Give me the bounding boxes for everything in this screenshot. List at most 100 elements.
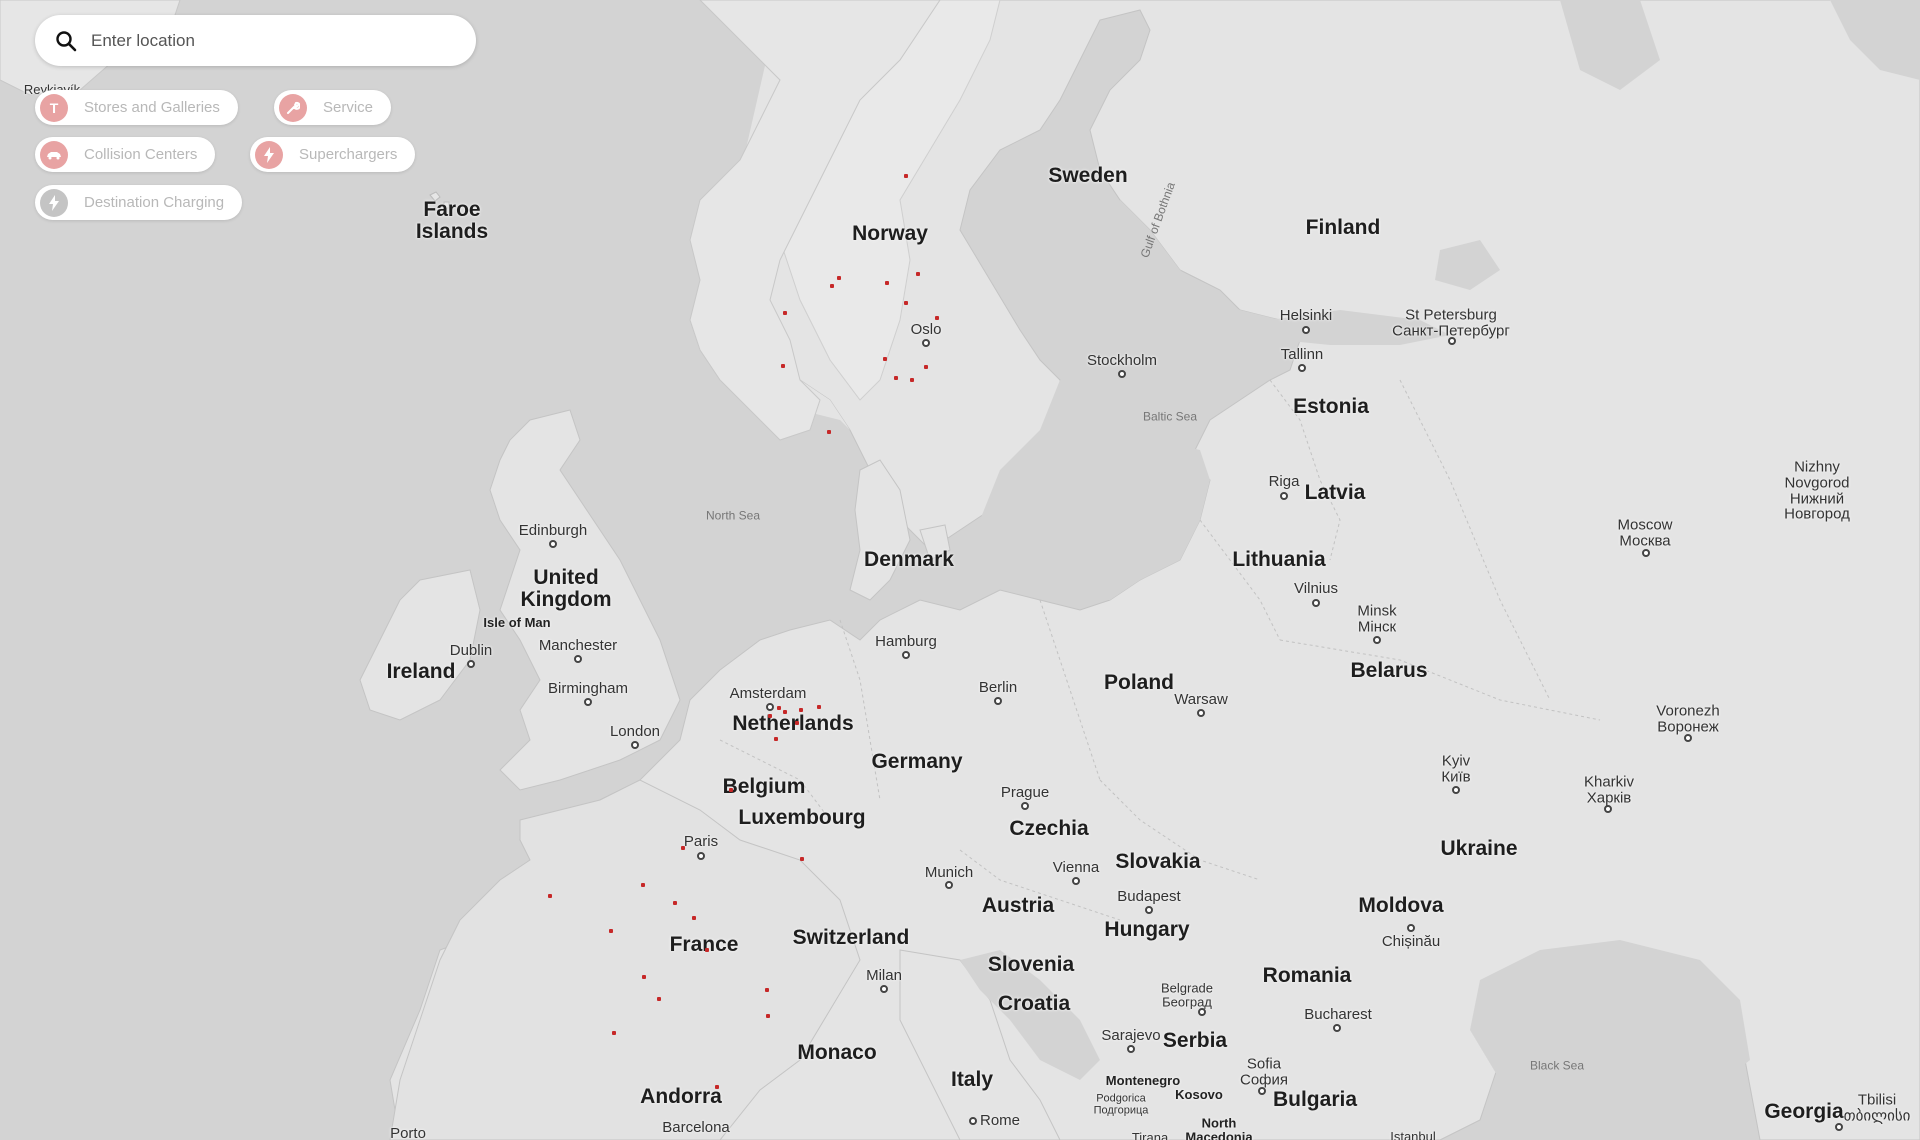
country-label-czechia: Czechia <box>1009 816 1089 840</box>
car-icon <box>40 140 68 169</box>
city-label-riga: Riga <box>1268 473 1300 491</box>
country-label-andorra: Andorra <box>640 1084 722 1108</box>
location-marker[interactable] <box>777 706 781 710</box>
location-marker[interactable] <box>548 894 552 898</box>
city-dot-oslo <box>922 339 930 347</box>
location-search-input[interactable] <box>89 29 429 52</box>
filter-chip-destination-charging[interactable]: Destination Charging <box>35 185 243 220</box>
city-label-voronezh: Voronezh Воронеж <box>1656 702 1720 735</box>
filter-chip-superchargers[interactable]: Superchargers <box>250 137 416 172</box>
country-label-faroe-islands: Faroe Islands <box>415 197 489 243</box>
country-label-belgium: Belgium <box>722 774 806 798</box>
city-label-vilnius: Vilnius <box>1294 580 1338 598</box>
city-dot-edinburgh <box>549 540 557 548</box>
city-dot-rome <box>969 1117 977 1125</box>
city-dot-paris <box>697 852 705 860</box>
location-marker[interactable] <box>781 364 785 368</box>
location-marker[interactable] <box>935 316 939 320</box>
city-label-helsinki: Helsinki <box>1279 307 1333 325</box>
filter-chip-stores-and-galleries[interactable]: T Stores and Galleries <box>35 90 238 125</box>
city-label-kosovo: Kosovo <box>1175 1087 1223 1103</box>
location-marker[interactable] <box>766 1014 770 1018</box>
location-marker[interactable] <box>673 901 677 905</box>
location-marker[interactable] <box>681 846 685 850</box>
location-marker[interactable] <box>612 1031 616 1035</box>
city-dot-warsaw <box>1197 709 1205 717</box>
country-label-serbia: Serbia <box>1162 1028 1228 1052</box>
location-marker[interactable] <box>774 737 778 741</box>
location-marker[interactable] <box>657 997 661 1001</box>
city-label-manchester: Manchester <box>538 637 618 655</box>
country-label-bulgaria: Bulgaria <box>1272 1087 1358 1111</box>
city-dot-vienna <box>1072 877 1080 885</box>
country-label-monaco: Monaco <box>797 1040 877 1064</box>
city-dot-birmingham <box>584 698 592 706</box>
city-dot-helsinki <box>1302 326 1310 334</box>
location-marker[interactable] <box>837 276 841 280</box>
country-label-estonia: Estonia <box>1293 394 1369 418</box>
location-marker[interactable] <box>817 705 821 709</box>
bolt-icon <box>255 140 283 169</box>
location-marker[interactable] <box>904 174 908 178</box>
location-marker[interactable] <box>783 311 787 315</box>
country-label-slovakia: Slovakia <box>1115 849 1201 873</box>
city-dot-bucharest <box>1333 1024 1341 1032</box>
city-label-north-macedonia: North Macedonia <box>1185 1115 1253 1140</box>
filter-chip-service[interactable]: Service <box>274 90 392 125</box>
country-label-germany: Germany <box>871 749 963 773</box>
city-label-sofia: Sofia София <box>1239 1055 1289 1088</box>
city-dot-moscow <box>1642 549 1650 557</box>
location-marker[interactable] <box>799 708 803 712</box>
location-marker[interactable] <box>916 272 920 276</box>
city-dot-belgrade <box>1198 1008 1206 1016</box>
location-marker[interactable] <box>692 916 696 920</box>
city-dot-tbilisi <box>1835 1123 1843 1131</box>
filter-chip-label: Collision Centers <box>84 146 198 163</box>
location-marker[interactable] <box>729 788 733 792</box>
location-marker[interactable] <box>894 376 898 380</box>
location-marker[interactable] <box>830 284 834 288</box>
country-label-romania: Romania <box>1262 963 1352 987</box>
city-dot-munich <box>945 881 953 889</box>
city-label-kharkiv: Kharkiv Харків <box>1583 773 1635 806</box>
location-marker[interactable] <box>883 357 887 361</box>
city-label-montenegro: Montenegro <box>1105 1073 1181 1089</box>
country-label-finland: Finland <box>1305 215 1381 239</box>
city-dot-manchester <box>574 655 582 663</box>
city-label-oslo: Oslo <box>910 321 942 339</box>
filter-chip-label: Superchargers <box>299 146 398 163</box>
filter-chip-collision-centers[interactable]: Collision Centers <box>35 137 216 172</box>
location-marker[interactable] <box>827 430 831 434</box>
city-label-kyiv: Kyiv Київ <box>1441 752 1471 785</box>
city-dot-riga <box>1280 492 1288 500</box>
city-dot-berlin <box>994 697 1002 705</box>
location-search-box[interactable] <box>35 15 476 66</box>
location-marker[interactable] <box>904 301 908 305</box>
location-marker[interactable] <box>800 857 804 861</box>
location-marker[interactable] <box>609 929 613 933</box>
country-label-denmark: Denmark <box>864 547 954 571</box>
country-label-moldova: Moldova <box>1358 893 1444 917</box>
location-marker[interactable] <box>715 1085 719 1089</box>
location-marker[interactable] <box>924 365 928 369</box>
city-label-minsk: Minsk Мінск <box>1357 602 1397 635</box>
city-dot-sarajevo <box>1127 1045 1135 1053</box>
filter-chip-label: Stores and Galleries <box>84 99 220 116</box>
city-label-prague: Prague <box>1000 784 1050 802</box>
location-marker[interactable] <box>885 281 889 285</box>
city-label-berlin: Berlin <box>978 679 1018 697</box>
location-marker[interactable] <box>641 883 645 887</box>
location-marker[interactable] <box>768 714 772 718</box>
location-marker[interactable] <box>765 988 769 992</box>
location-marker[interactable] <box>642 975 646 979</box>
country-label-belarus: Belarus <box>1350 658 1428 682</box>
location-marker[interactable] <box>910 378 914 382</box>
city-dot-budapest <box>1145 906 1153 914</box>
location-marker[interactable] <box>783 710 787 714</box>
location-marker[interactable] <box>795 721 799 725</box>
city-label-porto: Porto <box>390 1125 426 1140</box>
country-label-georgia: Georgia <box>1764 1099 1844 1123</box>
city-label-london: London <box>609 723 661 741</box>
tesla-t-icon: T <box>40 93 68 122</box>
location-marker[interactable] <box>705 948 709 952</box>
